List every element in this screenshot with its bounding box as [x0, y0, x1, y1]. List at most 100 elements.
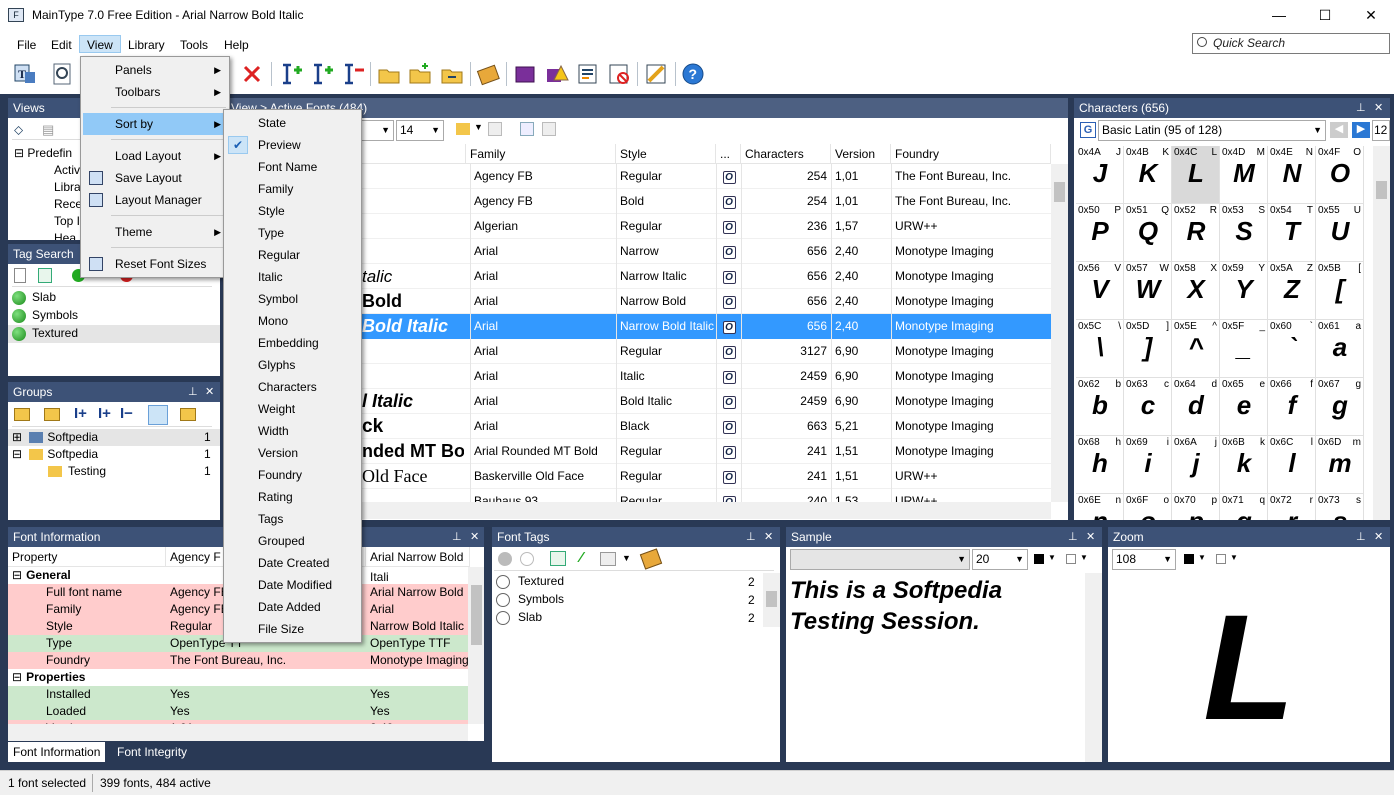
info-row[interactable]: Installed Yes Yes	[8, 686, 468, 703]
font-tag-textured[interactable]: Textured	[496, 574, 564, 589]
col-version[interactable]: Version	[831, 144, 891, 164]
scroll-thumb[interactable]	[1376, 181, 1387, 199]
disabled-tag-icon[interactable]	[498, 552, 512, 566]
view-menu-item[interactable]: Panels ▶	[83, 59, 227, 81]
sort-menu-item[interactable]: Width	[226, 420, 359, 442]
glyph-cell[interactable]: 0x6Enn	[1076, 494, 1124, 520]
view-menu-item[interactable]: Toolbars ▶	[83, 81, 227, 103]
menu-file[interactable]: File	[10, 36, 43, 54]
pin-icon[interactable]: ⊥	[746, 527, 756, 547]
group-toggle-icon[interactable]	[148, 405, 168, 425]
sort-menu-item[interactable]: Type	[226, 222, 359, 244]
glyph-cell[interactable]: 0x6B k k	[1220, 436, 1268, 494]
glyph-cell[interactable]: 0x6Foo	[1124, 494, 1172, 520]
sort-menu-item[interactable]: Date Created	[226, 552, 359, 574]
sort-menu-item[interactable]: Weight	[226, 398, 359, 420]
open-folder-icon[interactable]	[377, 62, 401, 86]
glyph-cell[interactable]: 0x5F _ _	[1220, 320, 1268, 378]
views-print-icon[interactable]: ▤	[42, 122, 54, 138]
sort-menu-item[interactable]: Family	[226, 178, 359, 200]
sample-text[interactable]: This is a Softpedia Testing Session.	[790, 575, 1080, 637]
font-tag-symbols[interactable]: Symbols	[496, 592, 564, 607]
col-foundry[interactable]: Foundry	[891, 144, 1051, 164]
group-folder-icon[interactable]	[44, 408, 60, 421]
sort-menu-item[interactable]: Regular	[226, 244, 359, 266]
glyph-cell[interactable]: 0x72rr	[1268, 494, 1316, 520]
glyph-cell[interactable]: 0x68 h h	[1076, 436, 1124, 494]
glyph-cell[interactable]: 0x57 W W	[1124, 262, 1172, 320]
glyph-cell[interactable]: 0x64 d d	[1172, 378, 1220, 436]
font-row[interactable]: Bold Italic Arial Narrow Bold Italic O 656 2,…	[360, 314, 1051, 339]
new-folder-icon[interactable]	[408, 62, 432, 86]
glyph-cell[interactable]: 0x5E ^ ^	[1172, 320, 1220, 378]
glyph-cell[interactable]: 0x53 S S	[1220, 204, 1268, 262]
view-menu-item[interactable]: Reset Font Sizes	[83, 253, 227, 275]
info-row[interactable]: Foundry The Font Bureau, Inc. Monotype Ima…	[8, 652, 468, 669]
tag-sort-icon[interactable]	[600, 552, 616, 566]
sort-menu-item[interactable]: Date Added	[226, 596, 359, 618]
chevron-down-icon[interactable]: ▼	[622, 553, 631, 563]
sort-menu-item[interactable]: ✔ Preview	[226, 134, 359, 156]
sort-menu-item[interactable]: Mono	[226, 310, 359, 332]
add-fonts-icon[interactable]	[279, 62, 303, 86]
delete-icon[interactable]	[240, 62, 264, 86]
tree-active[interactable]: Activ	[54, 163, 80, 177]
view-menu-item[interactable]: Save Layout	[83, 167, 227, 189]
group-softpedia-2[interactable]: ⊟ Softpedia	[12, 447, 98, 461]
font-row[interactable]: Algerian Regular O 236 1,57 URW++	[360, 214, 1051, 239]
glyph-cell[interactable]: 0x5B[[	[1316, 262, 1364, 320]
chevron-down-icon[interactable]: ▼	[1230, 553, 1238, 562]
tree-library[interactable]: Libra	[54, 180, 81, 194]
glyph-cell[interactable]: 0x51 Q Q	[1124, 204, 1172, 262]
tag-library-icon[interactable]	[639, 548, 663, 570]
menu-tools[interactable]: Tools	[173, 36, 215, 54]
glyph-cell[interactable]: 0x69 i i	[1124, 436, 1172, 494]
glyph-cell[interactable]: 0x66 f f	[1268, 378, 1316, 436]
group-by-icon[interactable]	[456, 123, 470, 135]
zoom-size-combo[interactable]: 108 ▼	[1112, 549, 1176, 570]
sort-menu-item[interactable]: Symbol	[226, 288, 359, 310]
menu-help[interactable]: Help	[217, 36, 256, 54]
col-property[interactable]: Property	[8, 547, 166, 567]
views-tool-icon[interactable]: ⬦	[14, 122, 23, 138]
sort-menu-item[interactable]: Version	[226, 442, 359, 464]
glyph-cell[interactable]: 0x60 ` `	[1268, 320, 1316, 378]
close-icon[interactable]: ✕	[1374, 527, 1383, 547]
collapse-icon[interactable]: ⊟	[12, 568, 22, 582]
glyph-cell[interactable]: 0x4F O O	[1316, 146, 1364, 204]
tag-radio-icon[interactable]	[496, 610, 510, 625]
info-row[interactable]: Loaded Yes Yes	[8, 703, 468, 720]
pin-icon[interactable]: ⊥	[1068, 527, 1078, 547]
compare-icon[interactable]	[520, 122, 534, 136]
sort-menu-item[interactable]: Grouped	[226, 530, 359, 552]
tag-item-slab[interactable]: Slab	[12, 290, 56, 305]
sort-menu-item[interactable]: Style	[226, 200, 359, 222]
next-range-icon[interactable]: ▶	[1352, 122, 1370, 138]
glyph-cell[interactable]: 0x59 Y Y	[1220, 262, 1268, 320]
tag-radio-icon[interactable]	[496, 574, 510, 589]
glyph-cell[interactable]: 0x70pp	[1172, 494, 1220, 520]
glyph-cell[interactable]: 0x65 e e	[1220, 378, 1268, 436]
group-testing[interactable]: Testing	[48, 464, 106, 478]
glyph-cell[interactable]: 0x63 c c	[1124, 378, 1172, 436]
font-row[interactable]: Arial Italic O 2459 6,90 Monotype Imaging	[360, 364, 1051, 389]
scroll-thumb[interactable]	[766, 591, 777, 607]
glyph-cell[interactable]: 0x62 b b	[1076, 378, 1124, 436]
glyph-cell[interactable]: 0x58 X X	[1172, 262, 1220, 320]
font-row[interactable]: ck Arial Black O 663 5,21 Monotype Imaging	[360, 414, 1051, 439]
print-icon[interactable]	[644, 62, 668, 86]
group-softpedia-1[interactable]: ⊞ Softpedia	[12, 430, 98, 444]
bg-color-icon[interactable]	[1066, 554, 1076, 564]
view-menu-item[interactable]: Sort by ▶	[83, 113, 227, 135]
maximize-button[interactable]: ☐	[1302, 0, 1348, 32]
glyph-cell[interactable]: 0x61 a a	[1316, 320, 1364, 378]
warning-icon[interactable]	[545, 62, 569, 86]
font-row[interactable]: nded MT Bo Arial Rounded MT Bold Regular O 2…	[360, 439, 1051, 464]
add-group-icon[interactable]	[14, 408, 30, 421]
font-row[interactable]: l Italic Arial Bold Italic O 2459 6,90 Monotyp…	[360, 389, 1051, 414]
font-filter-combo[interactable]: ▼	[362, 120, 394, 141]
char-vscroll[interactable]	[1373, 146, 1390, 520]
sample-size-combo[interactable]: 20 ▼	[972, 549, 1028, 570]
font-tags-vscroll[interactable]	[763, 573, 780, 627]
group-add-font-icon[interactable]: I+	[74, 405, 87, 422]
